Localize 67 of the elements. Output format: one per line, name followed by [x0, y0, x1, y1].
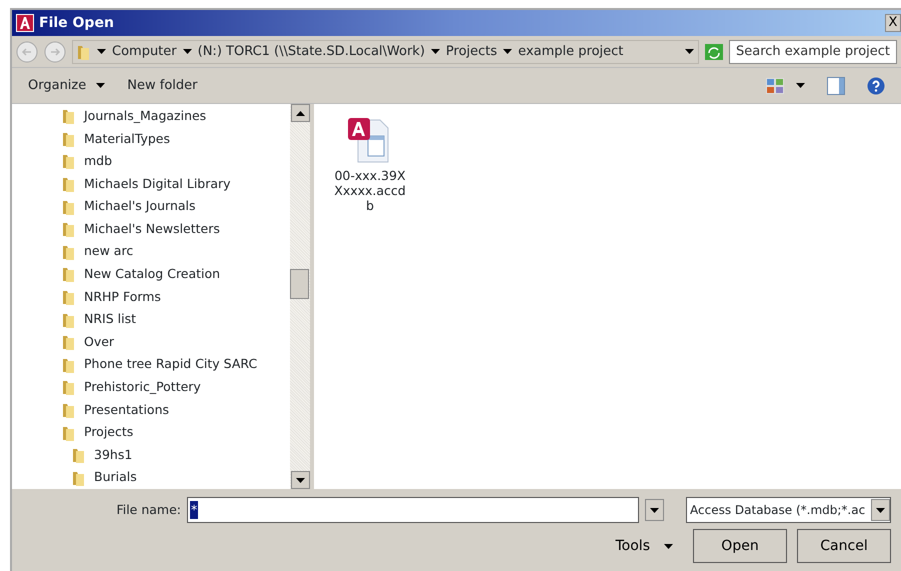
close-button[interactable]: X — [885, 14, 901, 32]
caret-icon — [876, 508, 885, 512]
folder-icon — [62, 401, 76, 420]
folder-item[interactable]: New Catalog Creation — [84, 265, 220, 284]
folder-icon — [72, 446, 86, 464]
file-type-value: Access Database (*.mdb;*.ac — [690, 502, 866, 519]
address-bar[interactable]: Computer (N:) TORC1 (\\State.SD.Local\Work) Projects example project — [72, 40, 699, 64]
folder-icon — [62, 107, 76, 126]
open-button[interactable]: Open — [693, 529, 787, 563]
organize-menu[interactable]: Organize — [28, 76, 86, 96]
app-icon — [16, 14, 34, 32]
folder-icon — [62, 333, 76, 352]
folder-item[interactable]: Projects — [84, 423, 134, 442]
refresh-button[interactable] — [705, 44, 723, 60]
folder-icon — [62, 220, 76, 238]
folder-item[interactable]: Over — [84, 332, 114, 352]
caret-icon — [182, 49, 192, 54]
file-name[interactable]: 00-xxx.39X Xxxxx.accd b — [334, 168, 406, 213]
window-title: File Open — [39, 14, 114, 32]
folder-item[interactable]: Michael's Newsletters — [84, 220, 220, 239]
dropdown-caret-icon — [685, 49, 694, 54]
folder-item[interactable]: NRHP Forms — [84, 288, 161, 306]
folder-item[interactable]: Burials — [94, 468, 137, 488]
preview-pane-icon[interactable] — [827, 76, 845, 94]
breadcrumb[interactable]: Computer — [112, 42, 177, 62]
file-type-dropdown[interactable]: Access Database (*.mdb;*.ac — [686, 497, 891, 523]
help-icon[interactable] — [867, 76, 885, 94]
file-name-label: File name: — [116, 500, 181, 519]
caret-icon — [430, 49, 440, 54]
search-field[interactable]: Search example project — [729, 40, 897, 64]
folder-item[interactable]: 39hs1 — [94, 446, 132, 465]
forward-button[interactable] — [44, 40, 66, 62]
folder-item[interactable]: Presentations — [84, 400, 170, 420]
folder-item[interactable]: NRIS list — [84, 310, 136, 330]
back-button[interactable] — [16, 40, 38, 62]
caret-icon — [96, 83, 106, 88]
caret-icon — [796, 83, 805, 88]
file-name-field[interactable]: * — [187, 497, 639, 523]
breadcrumb[interactable]: (N:) TORC1 (\\State.SD.Local\Work) — [198, 42, 425, 62]
folder-item[interactable]: Michael's Journals — [84, 197, 196, 216]
folder-item[interactable]: MaterialTypes — [84, 130, 170, 148]
caret-icon — [650, 508, 659, 512]
folder-icon — [62, 152, 76, 170]
folder-item[interactable]: Journals_Magazines — [84, 106, 206, 126]
new-folder-button[interactable]: New folder — [127, 76, 198, 96]
folder-icon — [62, 265, 76, 284]
caret-icon — [664, 544, 673, 548]
scrollbar[interactable] — [290, 104, 310, 489]
view-options-icon[interactable] — [766, 78, 784, 94]
folder-item[interactable]: Prehistoric_Pottery — [84, 378, 201, 397]
dropdown-button[interactable] — [645, 499, 664, 521]
breadcrumb[interactable]: Projects — [446, 42, 498, 62]
caret-icon — [97, 49, 106, 54]
folder-item[interactable]: new arc — [84, 242, 134, 262]
folder-icon — [62, 175, 76, 194]
folder-icon — [62, 378, 76, 396]
tools-menu[interactable]: Tools — [606, 536, 683, 556]
folder-item[interactable]: Michaels Digital Library — [84, 174, 231, 194]
folder-icon — [62, 288, 76, 306]
scroll-up-icon — [296, 110, 304, 116]
scroll-down-icon — [296, 478, 304, 482]
folder-item[interactable]: mdb — [84, 152, 112, 171]
breadcrumb[interactable]: example project — [518, 42, 624, 62]
caret-icon — [503, 49, 512, 54]
scrollbar-thumb[interactable] — [290, 269, 309, 299]
folder-item[interactable]: Phone tree Rapid City SARC — [84, 355, 258, 374]
cancel-button[interactable]: Cancel — [797, 529, 891, 563]
